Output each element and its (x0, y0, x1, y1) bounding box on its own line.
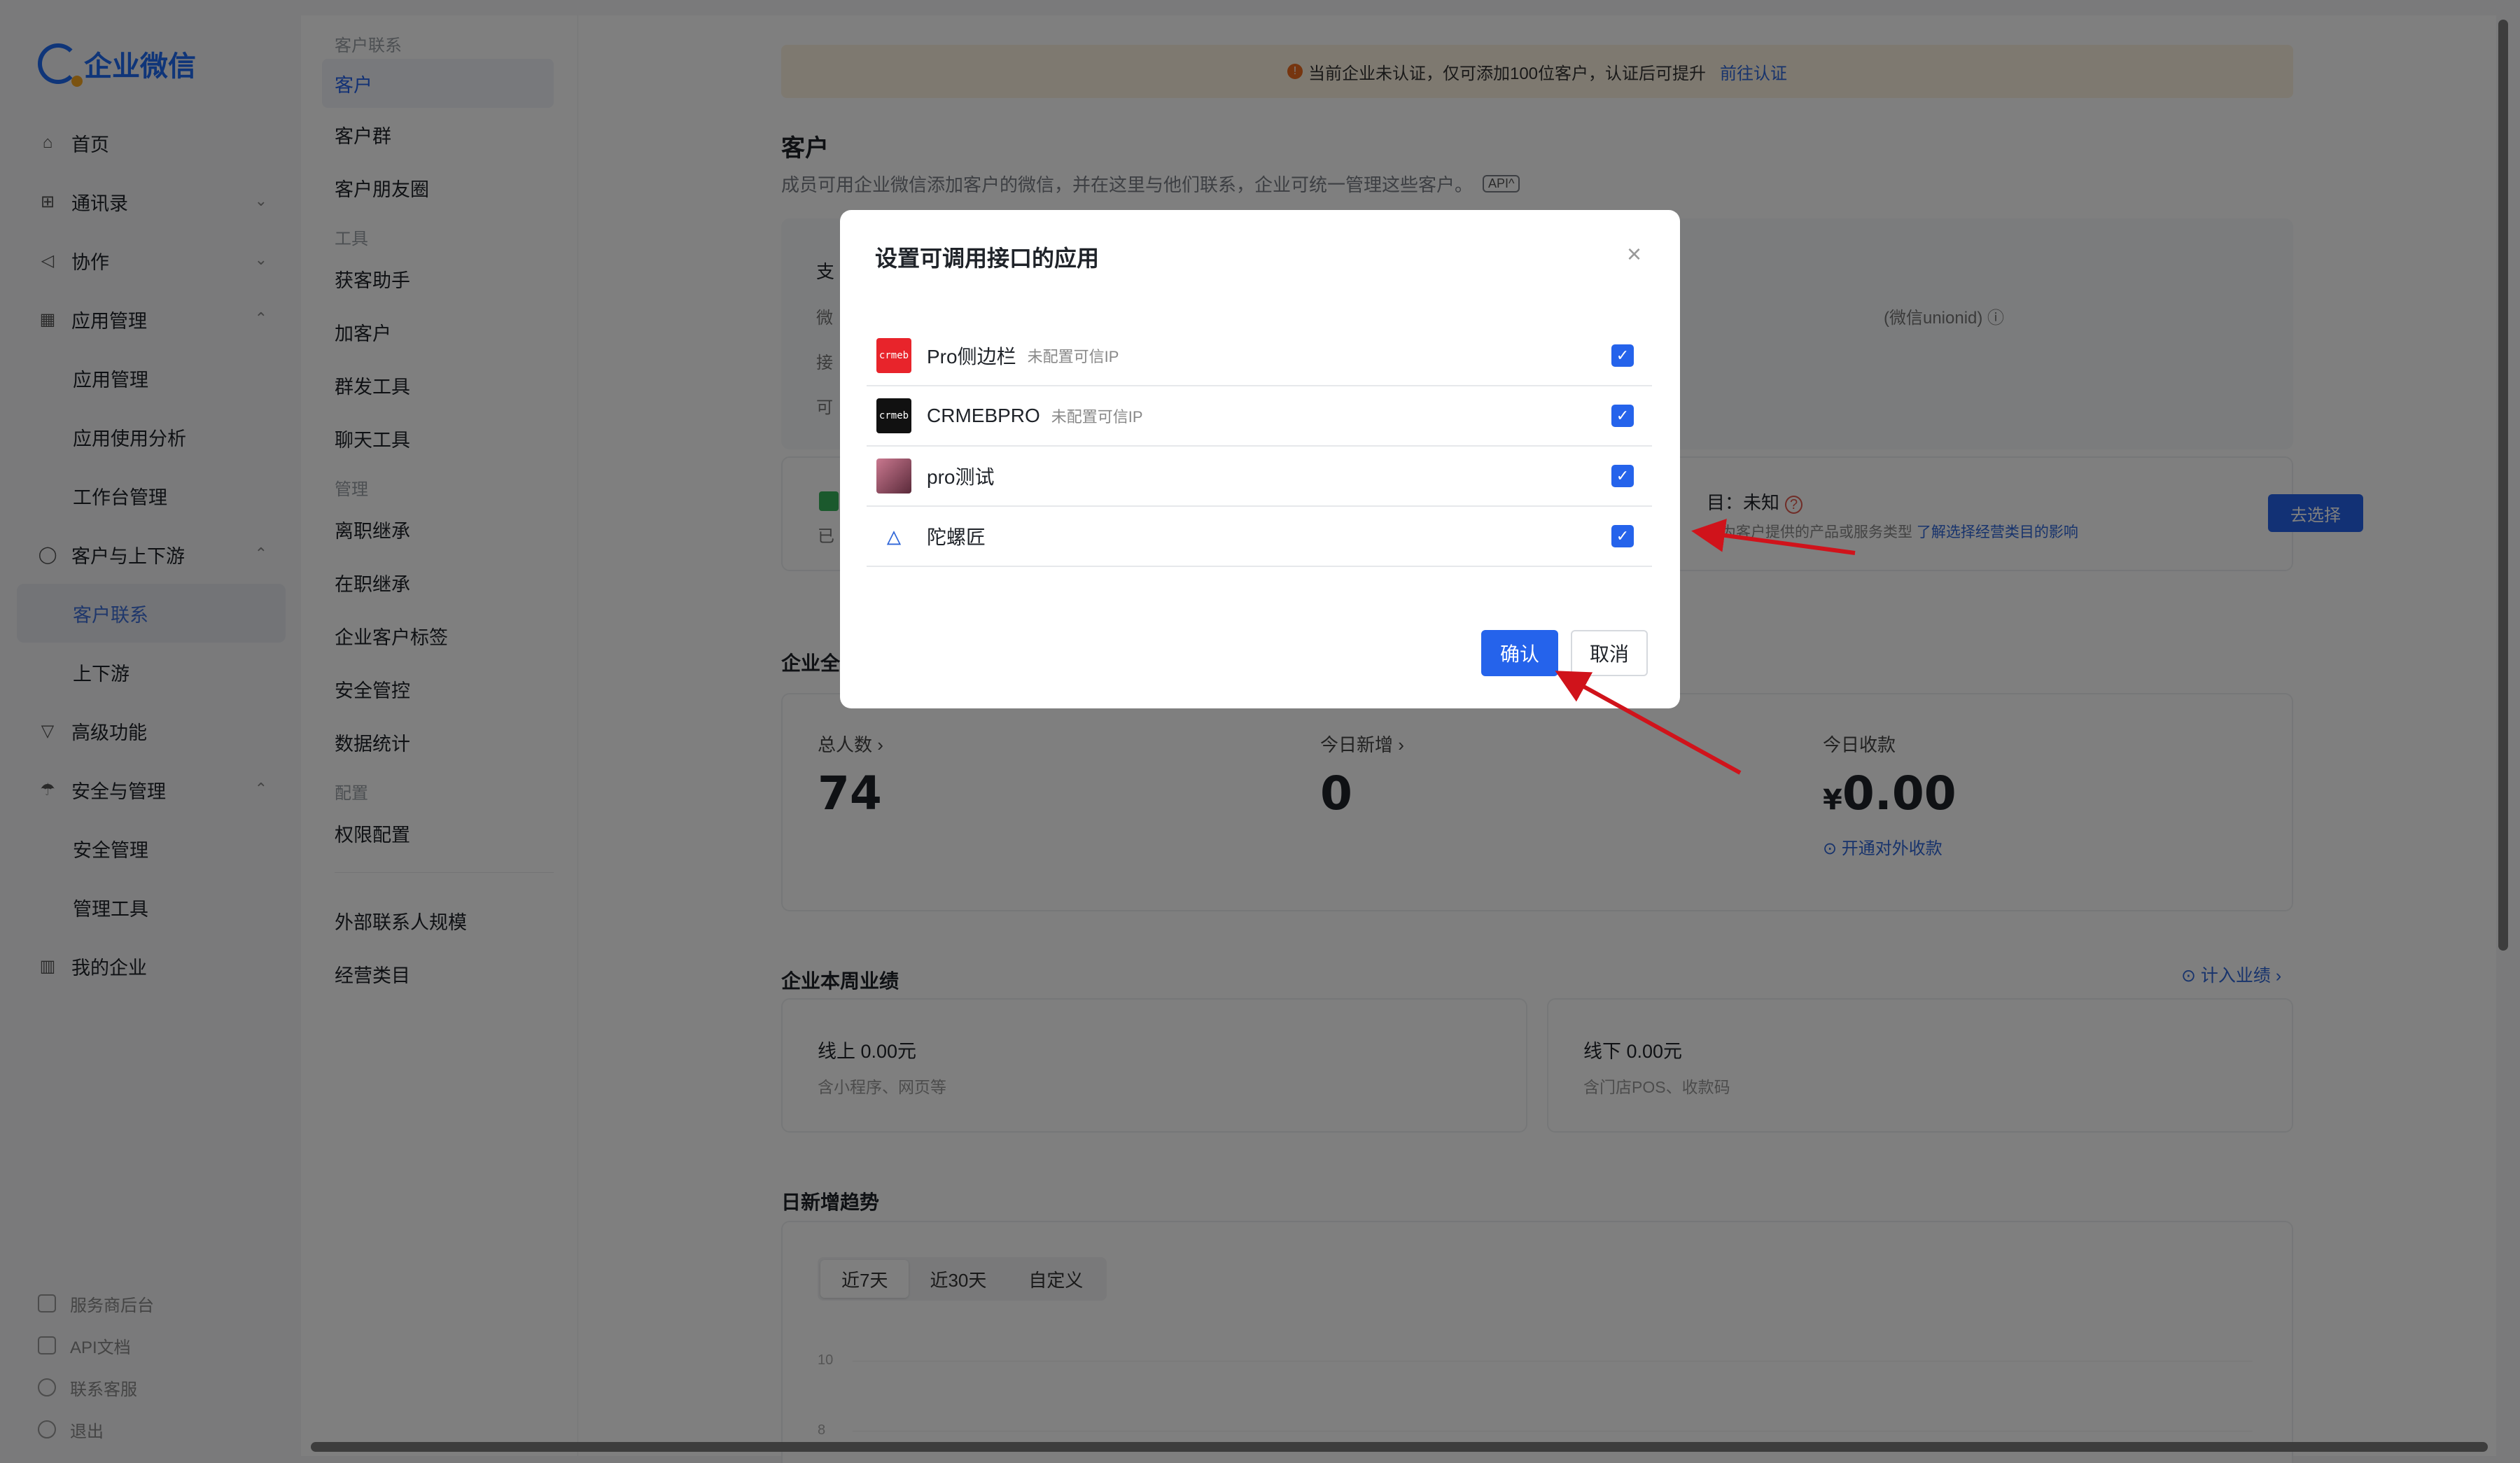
cancel-button[interactable]: 取消 (1571, 630, 1648, 676)
app-name: CRMEBPRO (927, 405, 1040, 426)
app-row-pro-sidebar[interactable]: crmeb Pro侧边栏 未配置可信IP ✓ (867, 326, 1652, 386)
app-list: crmeb Pro侧边栏 未配置可信IP ✓ crmeb CRMEBPRO 未配… (867, 326, 1652, 567)
app-checkbox[interactable]: ✓ (1611, 344, 1634, 367)
crmeb-app-icon: crmeb (876, 398, 911, 433)
crmeb-app-icon: crmeb (876, 338, 911, 373)
ip-status: 未配置可信IP (1051, 408, 1143, 426)
dialog-title: 设置可调用接口的应用 (875, 246, 1100, 271)
tuoluojiang-app-icon: △ (876, 519, 911, 554)
app-name: pro测试 (927, 466, 995, 488)
confirm-button[interactable]: 确认 (1481, 630, 1558, 676)
app-row-crmebpro[interactable]: crmeb CRMEBPRO 未配置可信IP ✓ (867, 386, 1652, 447)
app-checkbox[interactable]: ✓ (1611, 405, 1634, 427)
app-checkbox[interactable]: ✓ (1611, 525, 1634, 547)
app-row-tuoluojiang[interactable]: △ 陀螺匠 ✓ (867, 507, 1652, 567)
ip-status: 未配置可信IP (1027, 348, 1119, 365)
avatar-app-icon (876, 458, 911, 493)
app-checkbox[interactable]: ✓ (1611, 465, 1634, 487)
app-window: 企业微信 ⌂首页 ⊞通讯录⌄ ◁协作⌄ ▦应用管理⌃ 应用管理 应用使用分析 工… (0, 0, 2520, 1463)
app-name: Pro侧边栏 (927, 346, 1016, 368)
close-icon[interactable]: × (1627, 239, 1642, 269)
app-name: 陀螺匠 (927, 526, 986, 548)
api-apps-dialog: 设置可调用接口的应用 × crmeb Pro侧边栏 未配置可信IP ✓ crme… (840, 210, 1680, 708)
app-row-pro-test[interactable]: pro测试 ✓ (867, 447, 1652, 507)
